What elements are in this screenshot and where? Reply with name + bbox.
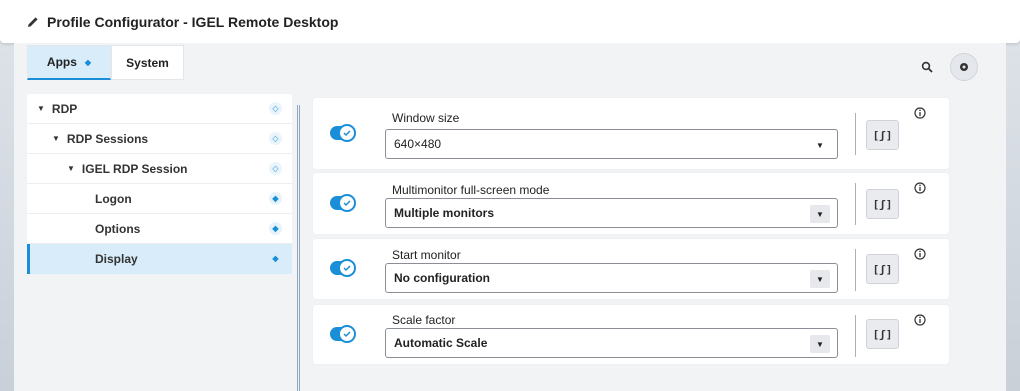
check-icon (338, 194, 356, 212)
search-button[interactable] (918, 58, 936, 76)
tab-system[interactable]: System (111, 45, 184, 80)
tree-item-igel-rdp-session[interactable]: ▼ IGEL RDP Session ◇ (27, 154, 292, 184)
enable-toggle[interactable] (330, 325, 356, 343)
title-bar: Profile Configurator - IGEL Remote Deskt… (0, 0, 1020, 43)
modified-diamond-icon: ◆ (84, 57, 92, 67)
setting-card-start-monitor: Start monitor No configuration ▼ [ʃ] (313, 239, 949, 299)
setting-label: Start monitor (392, 248, 461, 262)
modified-indicator-icon: ◇ (269, 162, 282, 175)
select-value: Automatic Scale (394, 336, 488, 350)
caret-down-icon[interactable]: ▼ (67, 164, 75, 173)
caret-down-icon[interactable]: ▼ (52, 134, 60, 143)
modified-indicator-icon: ◇ (269, 102, 282, 115)
modified-indicator-icon: ◇ (269, 132, 282, 145)
tree-item-options[interactable]: Options ◆ (27, 214, 292, 244)
enable-toggle[interactable] (330, 259, 356, 277)
tree-item-label: RDP (51, 101, 78, 116)
enable-toggle[interactable] (330, 194, 356, 212)
tree-item-rdp-sessions[interactable]: ▼ RDP Sessions ◇ (27, 124, 292, 154)
tab-apps-label: Apps (46, 55, 77, 69)
configurator-panel: Apps ◆ System ▼ RDP ◇ ▼ RDP Sessions ◇ ▼… (14, 43, 1006, 391)
divider (855, 183, 856, 225)
tree-item-label: IGEL RDP Session (81, 161, 188, 176)
chevron-down-icon[interactable]: ▼ (810, 335, 830, 353)
search-icon (921, 61, 933, 73)
tree-item-logon[interactable]: Logon ◆ (27, 184, 292, 214)
info-icon[interactable] (914, 182, 926, 194)
multimonitor-select[interactable]: Multiple monitors ▼ (385, 198, 838, 228)
tree-item-display[interactable]: Display ◆ (27, 244, 292, 274)
check-icon (338, 325, 356, 343)
tree-item-rdp[interactable]: ▼ RDP ◇ (27, 94, 292, 124)
script-button[interactable]: [ʃ] (866, 254, 899, 284)
tab-apps[interactable]: Apps ◆ (27, 45, 111, 80)
toolbar-icons (918, 53, 978, 81)
script-button[interactable]: [ʃ] (866, 319, 899, 349)
tree-item-label: Display (95, 252, 138, 266)
divider (855, 315, 856, 357)
chevron-down-icon[interactable]: ▼ (810, 205, 830, 223)
modified-diamond-icon: ◆ (269, 192, 282, 205)
tree-item-label: RDP Sessions (66, 131, 149, 146)
check-icon (338, 124, 356, 142)
pencil-icon (28, 16, 38, 27)
modified-diamond-icon: ◆ (272, 254, 279, 263)
info-icon[interactable] (914, 107, 926, 119)
tree-item-label: Logon (95, 191, 132, 206)
check-icon (338, 259, 356, 277)
select-value: No configuration (394, 271, 490, 285)
script-button[interactable]: [ʃ] (866, 189, 899, 219)
window-size-select[interactable]: 640×480 ▼ (385, 129, 838, 159)
window-title: Profile Configurator - IGEL Remote Deskt… (47, 13, 339, 30)
start-monitor-select[interactable]: No configuration ▼ (385, 263, 838, 293)
setting-label: Scale factor (392, 313, 456, 327)
divider (855, 113, 856, 155)
select-value: Multiple monitors (394, 206, 494, 220)
divider (855, 249, 856, 291)
mode-toggle-button[interactable] (950, 53, 978, 81)
setting-card-scale-factor: Scale factor Automatic Scale ▼ [ʃ] (313, 305, 949, 364)
modified-diamond-icon: ◆ (269, 222, 282, 235)
chevron-down-icon[interactable]: ▼ (810, 270, 830, 288)
setting-card-multimonitor: Multimonitor full-screen mode Multiple m… (313, 173, 949, 234)
setting-label: Multimonitor full-screen mode (392, 183, 550, 197)
chevron-down-icon[interactable]: ▼ (810, 136, 830, 154)
panel-splitter[interactable] (297, 105, 300, 391)
script-button[interactable]: [ʃ] (866, 120, 899, 150)
info-icon[interactable] (914, 314, 926, 326)
navigation-tree: ▼ RDP ◇ ▼ RDP Sessions ◇ ▼ IGEL RDP Sess… (27, 94, 292, 274)
scale-factor-select[interactable]: Automatic Scale ▼ (385, 328, 838, 358)
tab-system-label: System (126, 55, 169, 70)
info-icon[interactable] (914, 248, 926, 260)
tab-bar: Apps ◆ System (27, 45, 184, 80)
tree-item-label: Options (95, 221, 141, 236)
gear-icon (960, 63, 968, 71)
select-value: 640×480 (394, 137, 442, 151)
setting-card-window-size: Window size 640×480 ▼ [ʃ] (313, 98, 949, 169)
caret-down-icon[interactable]: ▼ (37, 104, 45, 113)
enable-toggle[interactable] (330, 124, 356, 142)
setting-label: Window size (392, 111, 460, 125)
